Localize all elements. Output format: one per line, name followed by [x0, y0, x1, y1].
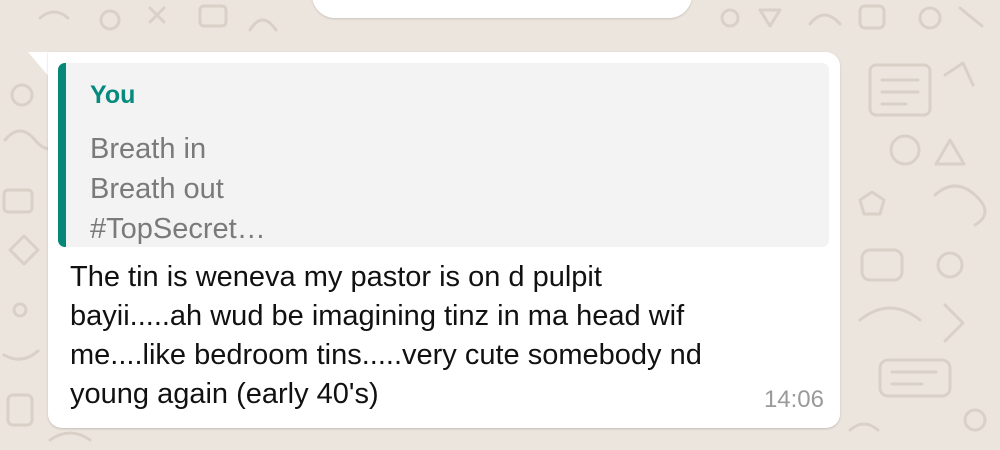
quoted-text: Breath in Breath out #TopSecret… [90, 133, 266, 245]
message-timestamp: 14:06 [763, 386, 824, 413]
message-text: The tin is weneva my pastor is on d pulp… [70, 261, 702, 410]
bubble-tail [28, 52, 50, 78]
quoted-reply[interactable]: You Breath in Breath out #TopSecret… [58, 63, 829, 247]
quoted-author: You [90, 81, 136, 109]
incoming-message-bubble[interactable]: You Breath in Breath out #TopSecret… The… [48, 52, 840, 428]
date-header-pill [312, 0, 692, 18]
quote-accent-bar [58, 63, 66, 247]
